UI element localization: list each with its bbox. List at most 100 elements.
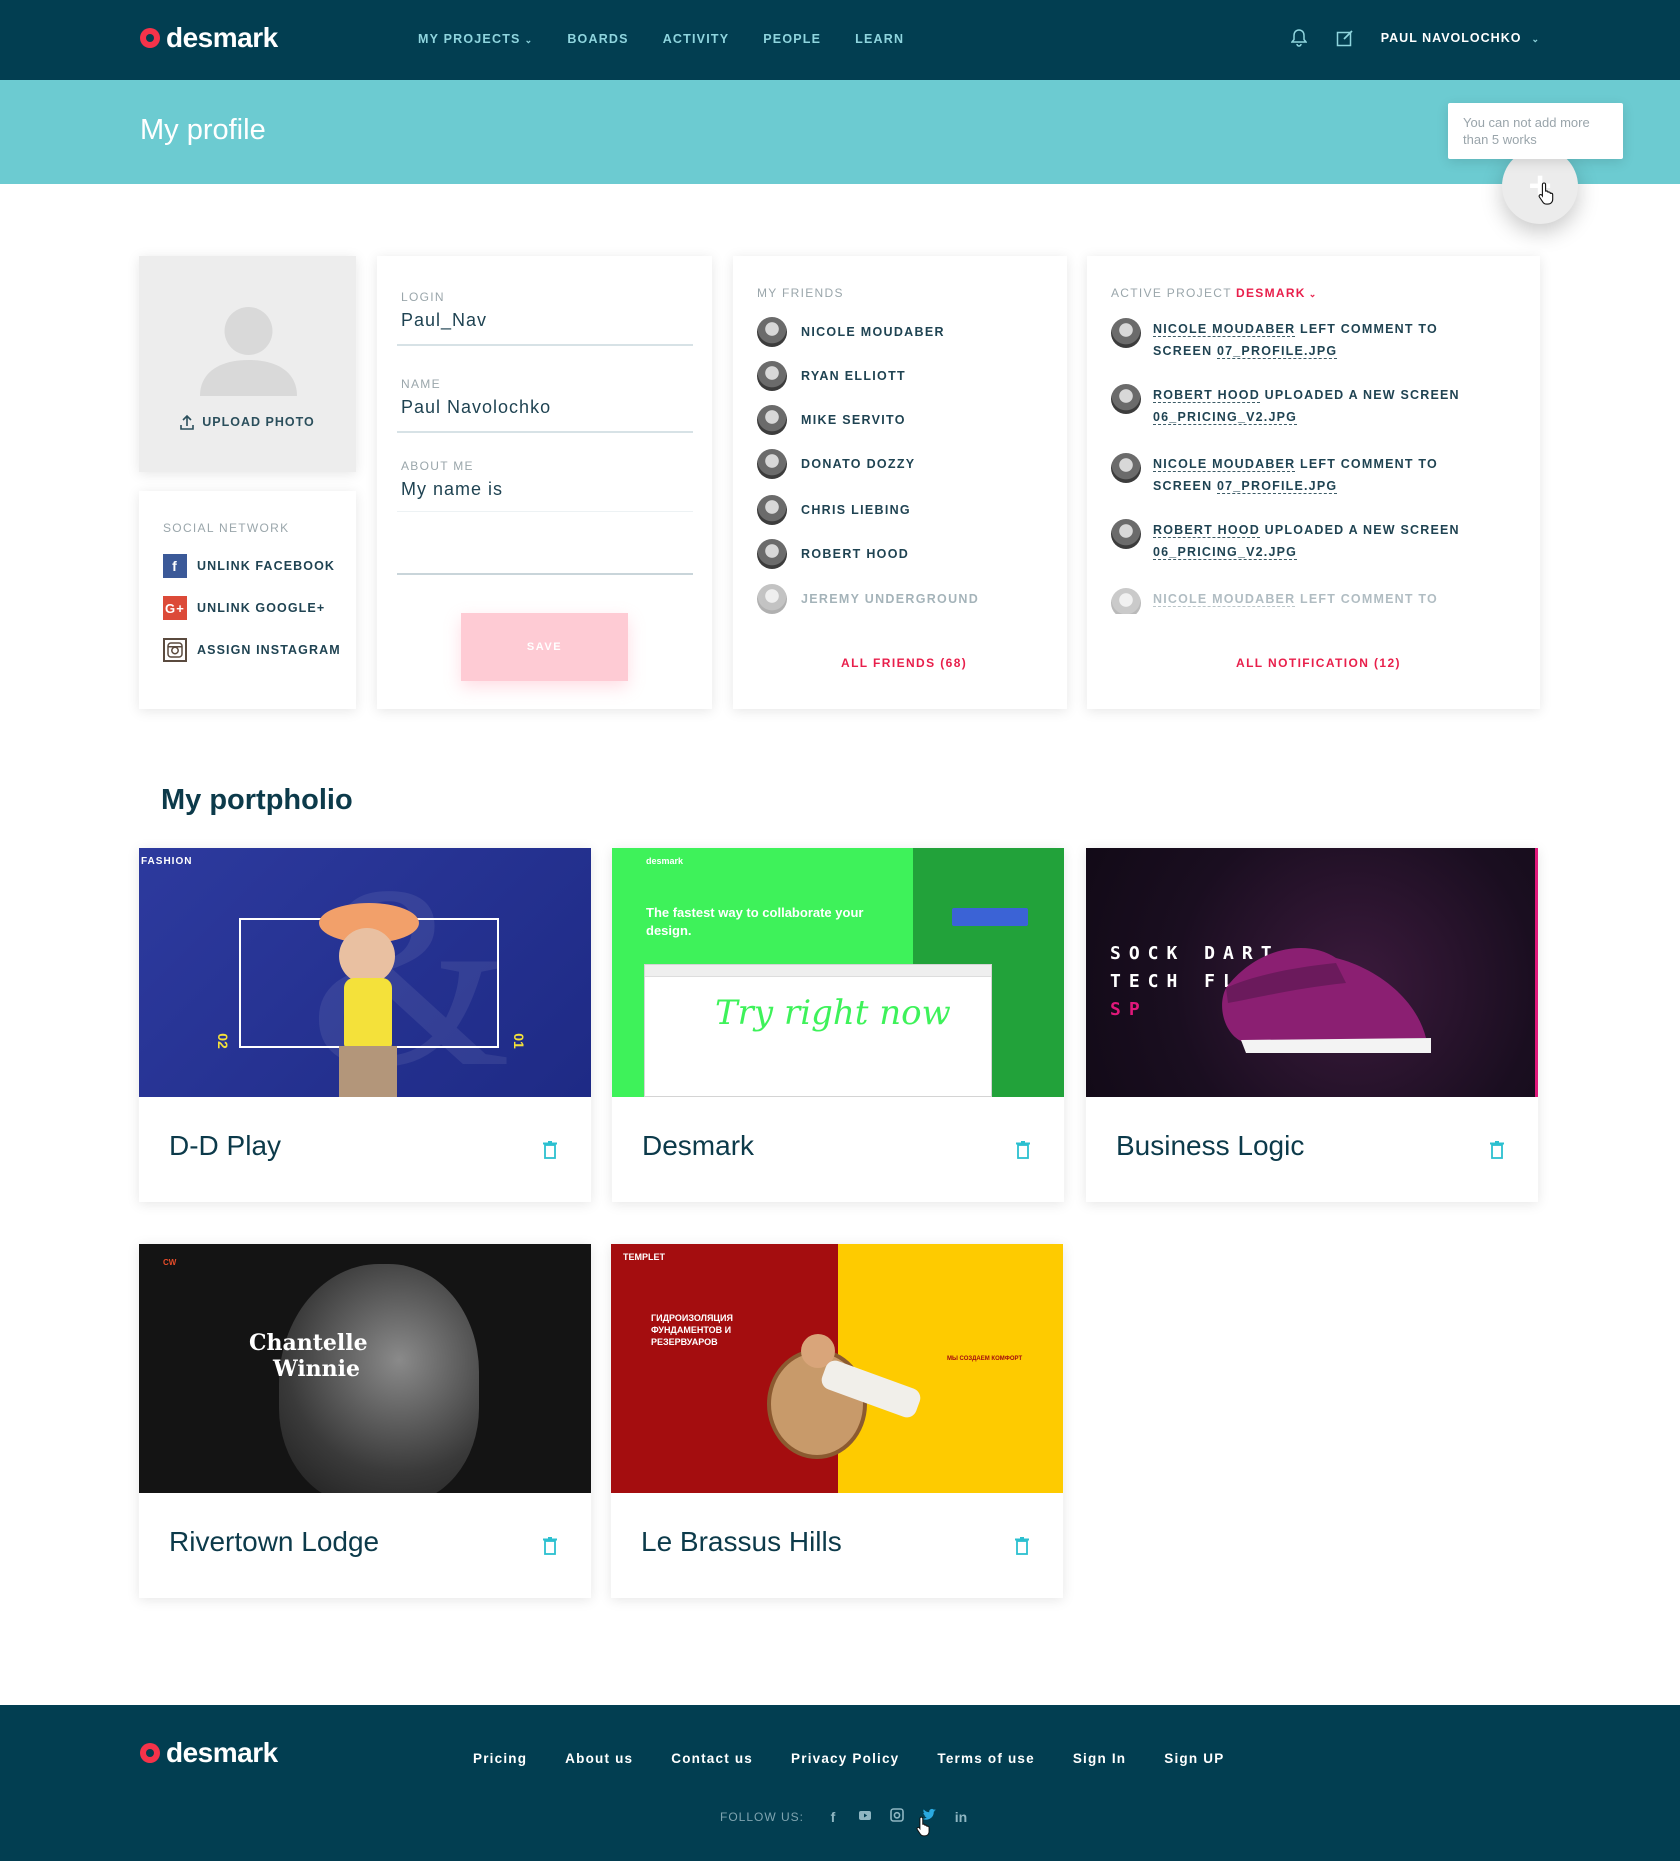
portfolio-card[interactable]: TEMPLET ГИДРОИЗОЛЯЦИЯ ФУНДАМЕНТОВ И РЕЗЕ… bbox=[611, 1244, 1063, 1598]
portfolio-card[interactable]: desmark The fastest way to collaborate y… bbox=[612, 848, 1064, 1202]
top-graphic bbox=[344, 978, 392, 1048]
nav-my-projects-label: MY PROJECTS bbox=[418, 32, 521, 46]
thumb-script-text: Try right now bbox=[715, 993, 951, 1033]
trash-icon[interactable] bbox=[1490, 1141, 1504, 1159]
footer-logo[interactable]: desmark bbox=[140, 1737, 278, 1769]
unlink-facebook-button[interactable]: f UNLINK FACEBOOK bbox=[163, 554, 335, 578]
notification-file-link[interactable]: 06_PRICING_V2.JPG bbox=[1153, 410, 1298, 425]
assign-instagram-button[interactable]: ASSIGN INSTAGRAM bbox=[163, 638, 341, 662]
about-me-label: ABOUT ME bbox=[401, 459, 474, 473]
chevron-down-icon: ⌄ bbox=[1531, 34, 1540, 44]
notification-file-link[interactable]: 07_PROFILE.JPG bbox=[1216, 479, 1338, 494]
friend-name: NICOLE MOUDABER bbox=[801, 325, 945, 339]
friends-label: MY FRIENDS bbox=[757, 286, 844, 300]
user-menu[interactable]: PAUL NAVOLOCHKO ⌄ bbox=[1381, 31, 1540, 45]
notification-file-link[interactable]: 07_PROFILE.JPG bbox=[1216, 344, 1338, 359]
portfolio-card-title: Business Logic bbox=[1116, 1130, 1305, 1161]
avatar bbox=[1111, 318, 1141, 348]
project-selector[interactable]: DESMARK ⌄ bbox=[1236, 286, 1318, 300]
portfolio-card[interactable]: FASHION & 02 01 D-D Play bbox=[139, 848, 591, 1202]
friend-name: JEREMY UNDERGROUND bbox=[801, 592, 980, 606]
thumb-brand: CW bbox=[163, 1258, 177, 1267]
footer-link-sign-up[interactable]: Sign UP bbox=[1164, 1751, 1224, 1766]
nav-learn[interactable]: LEARN bbox=[855, 32, 904, 46]
trash-icon[interactable] bbox=[543, 1537, 557, 1555]
friend-item[interactable]: CHRIS LIEBING bbox=[757, 495, 911, 525]
thumb-headline: The fastest way to collaborate your desi… bbox=[646, 905, 864, 938]
friend-item[interactable]: JEREMY UNDERGROUND bbox=[757, 584, 979, 614]
avatar bbox=[757, 495, 787, 525]
notification-user-link[interactable]: NICOLE MOUDABER bbox=[1153, 592, 1296, 607]
instagram-icon[interactable] bbox=[888, 1808, 906, 1825]
about-me-field[interactable]: ABOUT ME My name is bbox=[397, 449, 693, 575]
all-notifications-link[interactable]: ALL NOTIFICATION (12) bbox=[1236, 656, 1401, 670]
top-navbar: desmark MY PROJECTS ⌄ BOARDS ACTIVITY PEO… bbox=[0, 0, 1680, 80]
avatar-placeholder-icon bbox=[200, 307, 297, 396]
tooltip: You can not add more than 5 works bbox=[1448, 103, 1623, 159]
page-title: My profile bbox=[140, 114, 266, 146]
portfolio-title: My portpholio bbox=[161, 784, 353, 816]
avatar bbox=[757, 405, 787, 435]
about-me-value: My name is bbox=[401, 479, 504, 499]
youtube-icon[interactable] bbox=[856, 1808, 874, 1825]
notification-user-link[interactable]: ROBERT HOOD bbox=[1153, 388, 1260, 403]
nav-boards[interactable]: BOARDS bbox=[567, 32, 628, 46]
instagram-icon bbox=[163, 638, 187, 662]
footer-link-pricing[interactable]: Pricing bbox=[473, 1751, 527, 1766]
footer-link-terms[interactable]: Terms of use bbox=[937, 1751, 1034, 1766]
avatar bbox=[757, 317, 787, 347]
name-field[interactable]: NAME Paul Navolochko bbox=[397, 367, 693, 433]
notification-item: ROBERT HOOD UPLOADED A NEW SCREEN 06_PRI… bbox=[1111, 384, 1511, 428]
footer-link-contact[interactable]: Contact us bbox=[671, 1751, 753, 1766]
logo-icon bbox=[140, 1743, 160, 1763]
edit-icon[interactable] bbox=[1335, 26, 1355, 50]
follow-label: FOLLOW US: bbox=[720, 1809, 805, 1824]
portfolio-card[interactable]: CW Chantelle Winnie Rivertown Lodge bbox=[139, 1244, 591, 1598]
sneaker-graphic bbox=[1222, 948, 1431, 1053]
login-field[interactable]: LOGIN Paul_Nav bbox=[397, 280, 693, 346]
friend-name: CHRIS LIEBING bbox=[801, 503, 911, 517]
nav-my-projects[interactable]: MY PROJECTS ⌄ bbox=[418, 32, 533, 46]
notification-file-link[interactable]: 06_PRICING_V2.JPG bbox=[1153, 545, 1298, 560]
logo-icon bbox=[140, 28, 160, 48]
friend-name: DONATO DOZZY bbox=[801, 457, 916, 471]
linkedin-icon[interactable]: in bbox=[952, 1809, 970, 1825]
friend-item[interactable]: DONATO DOZZY bbox=[757, 449, 915, 479]
friend-item[interactable]: MIKE SERVITO bbox=[757, 405, 906, 435]
nav-activity[interactable]: ACTIVITY bbox=[663, 32, 730, 46]
portfolio-card[interactable]: SOCK DART TECH FLEECE SP Business Logic bbox=[1086, 848, 1538, 1202]
trash-icon[interactable] bbox=[543, 1141, 557, 1159]
trash-icon[interactable] bbox=[1015, 1537, 1029, 1555]
friend-item[interactable]: ROBERT HOOD bbox=[757, 539, 909, 569]
nav-people[interactable]: PEOPLE bbox=[763, 32, 821, 46]
brand-logo[interactable]: desmark bbox=[140, 22, 278, 54]
notification-user-link[interactable]: ROBERT HOOD bbox=[1153, 523, 1260, 538]
facebook-icon[interactable]: f bbox=[824, 1809, 842, 1825]
name-value: Paul Navolochko bbox=[401, 397, 552, 417]
thumb-number-left: 02 bbox=[214, 1033, 231, 1049]
footer-brand-name: desmark bbox=[166, 1737, 278, 1768]
bell-icon[interactable] bbox=[1289, 26, 1309, 50]
login-label: LOGIN bbox=[401, 290, 445, 304]
portfolio-thumbnail: CW Chantelle Winnie bbox=[139, 1244, 591, 1493]
friend-name: RYAN ELLIOTT bbox=[801, 369, 906, 383]
trash-icon[interactable] bbox=[1016, 1141, 1030, 1159]
friend-item[interactable]: NICOLE MOUDABER bbox=[757, 317, 945, 347]
portfolio-thumbnail: TEMPLET ГИДРОИЗОЛЯЦИЯ ФУНДАМЕНТОВ И РЕЗЕ… bbox=[611, 1244, 1063, 1493]
all-friends-link[interactable]: ALL FRIENDS (68) bbox=[841, 656, 967, 670]
hand-cursor-icon bbox=[916, 1816, 930, 1837]
hand-cursor-icon bbox=[1538, 182, 1554, 205]
footer-link-about[interactable]: About us bbox=[565, 1751, 633, 1766]
notification-item: NICOLE MOUDABER LEFT COMMENT TO SCREEN bbox=[1111, 588, 1511, 614]
unlink-google-button[interactable]: G+ UNLINK GOOGLE+ bbox=[163, 596, 325, 620]
login-value: Paul_Nav bbox=[401, 310, 488, 330]
save-button[interactable]: SAVE bbox=[461, 613, 628, 681]
notification-action: UPLOADED A NEW SCREEN bbox=[1259, 388, 1460, 402]
upload-photo-button[interactable]: UPLOAD PHOTO bbox=[139, 414, 356, 430]
footer: desmark Pricing About us Contact us Priv… bbox=[0, 1705, 1680, 1861]
friend-item[interactable]: RYAN ELLIOTT bbox=[757, 361, 906, 391]
footer-link-privacy[interactable]: Privacy Policy bbox=[791, 1751, 899, 1766]
notification-user-link[interactable]: NICOLE MOUDABER bbox=[1153, 457, 1296, 472]
footer-link-sign-in[interactable]: Sign In bbox=[1073, 1751, 1126, 1766]
notification-user-link[interactable]: NICOLE MOUDABER bbox=[1153, 322, 1296, 337]
